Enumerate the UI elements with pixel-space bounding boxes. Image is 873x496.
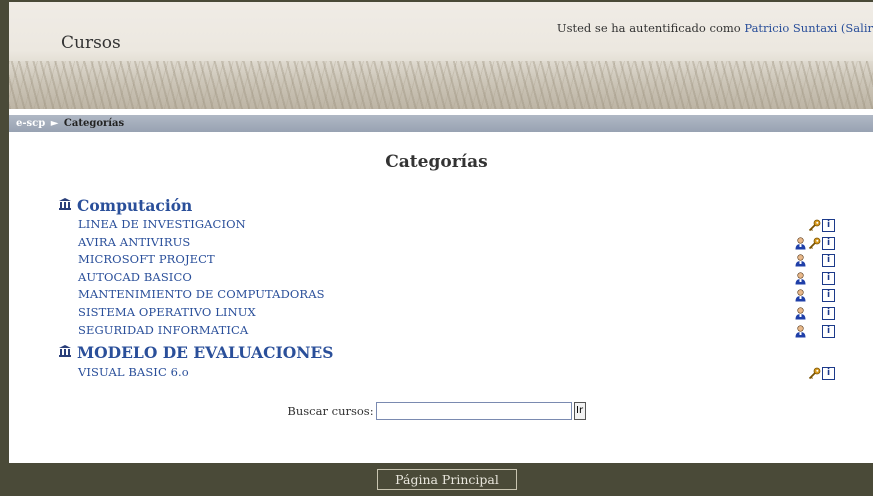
- user-link[interactable]: Patricio Suntaxi: [744, 21, 837, 35]
- category-link[interactable]: Computación: [77, 196, 192, 215]
- course-icons: i: [794, 253, 835, 267]
- icon-spacer: [808, 289, 821, 302]
- course-link[interactable]: AVIRA ANTIVIRUS: [78, 235, 190, 249]
- key-icon: [808, 367, 821, 380]
- search-label: Buscar cursos:: [287, 404, 374, 418]
- breadcrumb-home-link[interactable]: e-scp: [16, 118, 45, 129]
- teacher-icon: [794, 306, 807, 320]
- login-info: Usted se ha autentificado como Patricio …: [557, 21, 873, 35]
- teacher-icon: [794, 271, 807, 285]
- icon-spacer: [808, 272, 821, 285]
- teacher-icon: [794, 288, 807, 302]
- key-icon: [808, 237, 821, 250]
- category-icon: [58, 196, 72, 215]
- course-icons: i: [794, 288, 835, 302]
- teacher-icon: [794, 253, 807, 267]
- course-icons: i: [794, 324, 835, 338]
- icon-spacer: [808, 325, 821, 338]
- course-icons: i: [794, 306, 835, 320]
- icon-spacer: [794, 367, 807, 380]
- search-go-button[interactable]: Ir: [573, 402, 586, 420]
- info-icon[interactable]: i: [822, 253, 835, 267]
- category-link[interactable]: MODELO DE EVALUACIONES: [77, 343, 333, 362]
- breadcrumb-current: Categorías: [63, 118, 125, 129]
- teacher-icon: [794, 236, 807, 250]
- info-icon[interactable]: i: [822, 218, 835, 232]
- icon-spacer: [794, 219, 807, 232]
- page-footer: Página Principal: [9, 463, 873, 496]
- info-icon[interactable]: i: [822, 366, 835, 380]
- page-header: Cursos Usted se ha autentificado como Pa…: [9, 2, 873, 109]
- info-icon[interactable]: i: [822, 288, 835, 302]
- icon-spacer: [808, 254, 821, 267]
- course-link[interactable]: MANTENIMIENTO DE COMPUTADORAS: [78, 287, 325, 301]
- logout-link[interactable]: (Salir: [841, 21, 873, 35]
- course-link[interactable]: LINEA DE INVESTIGACION: [78, 217, 246, 231]
- info-icon[interactable]: i: [822, 271, 835, 285]
- course-link[interactable]: AUTOCAD BASICO: [78, 270, 192, 284]
- category-heading: Computación: [58, 196, 192, 215]
- course-link[interactable]: SEGURIDAD INFORMATICA: [78, 323, 248, 337]
- teacher-icon: [794, 324, 807, 338]
- course-search: Buscar cursos: Ir: [0, 402, 873, 420]
- info-icon[interactable]: i: [822, 236, 835, 250]
- icon-spacer: [808, 307, 821, 320]
- breadcrumb-separator: ►: [50, 118, 59, 129]
- header-wheat-banner: [9, 61, 873, 109]
- info-icon[interactable]: i: [822, 306, 835, 320]
- info-icon[interactable]: i: [822, 324, 835, 338]
- category-heading: MODELO DE EVALUACIONES: [58, 343, 333, 362]
- course-link[interactable]: SISTEMA OPERATIVO LINUX: [78, 305, 256, 319]
- page-title: Categorías: [385, 152, 488, 172]
- login-prefix: Usted se ha autentificado como: [556, 21, 741, 35]
- course-icons: i: [794, 271, 835, 285]
- home-page-button[interactable]: Página Principal: [377, 469, 517, 490]
- course-icons: i: [794, 218, 835, 232]
- course-icons: i: [794, 236, 835, 250]
- breadcrumb: e-scp ► Categorías: [9, 115, 873, 132]
- key-icon: [808, 219, 821, 232]
- site-title: Cursos: [61, 33, 121, 53]
- search-input[interactable]: [375, 402, 572, 420]
- course-icons: i: [794, 366, 835, 380]
- course-link[interactable]: MICROSOFT PROJECT: [78, 252, 215, 266]
- category-icon: [58, 343, 72, 362]
- course-link[interactable]: VISUAL BASIC 6.o: [78, 365, 189, 379]
